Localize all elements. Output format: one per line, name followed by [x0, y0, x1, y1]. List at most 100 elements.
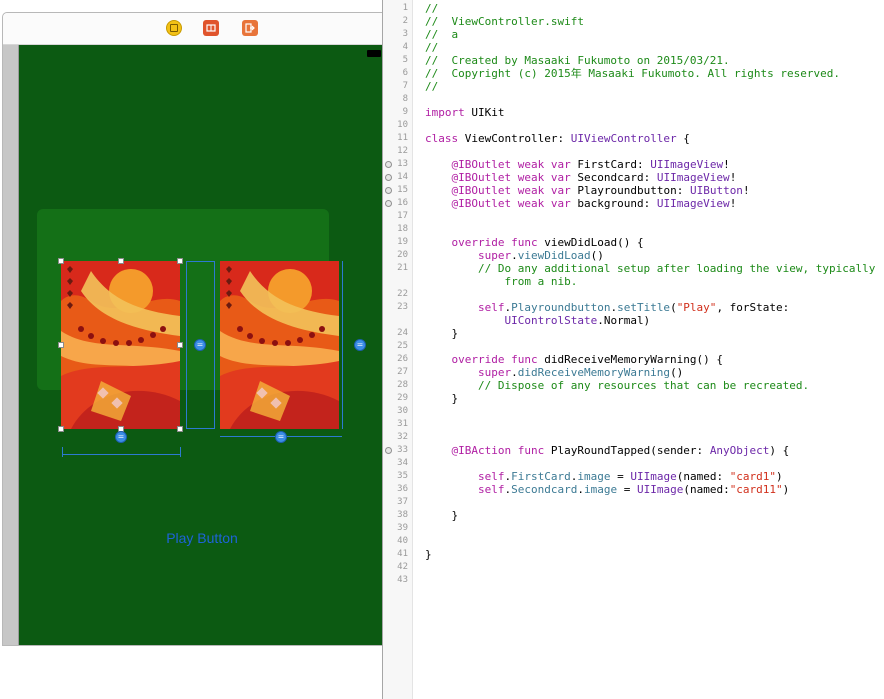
first-responder-icon[interactable] — [203, 20, 219, 36]
resize-handle[interactable] — [177, 426, 183, 432]
code-text: from a nib. — [425, 275, 577, 288]
play-button[interactable]: Play Button — [150, 528, 254, 548]
outlet-connection-icon[interactable] — [385, 447, 392, 454]
constraint-icon[interactable]: = — [275, 431, 287, 443]
second-card-image-view[interactable] — [220, 261, 339, 429]
code-line[interactable]: 16 @IBOutlet weak var background: UIImag… — [383, 197, 884, 210]
code-text: @IBOutlet weak var Secondcard: UIImageVi… — [425, 171, 737, 184]
resize-handle[interactable] — [177, 342, 183, 348]
code-line[interactable]: 41} — [383, 548, 884, 561]
code-line[interactable]: 6 // Copyright (c) 2015年 Masaaki Fukumoto… — [383, 67, 884, 80]
code-line[interactable]: 27 super.didReceiveMemoryWarning() — [383, 366, 884, 379]
outlet-connection-icon[interactable] — [385, 200, 392, 207]
code-line[interactable]: UIControlState.Normal) — [383, 314, 884, 327]
code-line[interactable]: 11 class ViewController: UIViewController… — [383, 132, 884, 145]
code-line[interactable]: from a nib. — [383, 275, 884, 288]
code-token: image — [577, 470, 611, 483]
code-line[interactable]: 24 } — [383, 327, 884, 340]
resize-handle[interactable] — [118, 258, 124, 264]
code-line[interactable]: 33 @IBAction func PlayRoundTapped(sender… — [383, 444, 884, 457]
code-line[interactable]: 43 — [383, 574, 884, 587]
code-line[interactable]: 20 super.viewDidLoad() — [383, 249, 884, 262]
code-line[interactable]: 42 — [383, 561, 884, 574]
code-token: @IBOutlet — [451, 171, 512, 184]
resize-handle[interactable] — [58, 342, 64, 348]
code-line[interactable]: 31 — [383, 418, 884, 431]
code-line[interactable]: 13 @IBOutlet weak var FirstCard: UIImage… — [383, 158, 884, 171]
constraint-icon[interactable]: = — [354, 339, 366, 351]
constraint-line — [62, 454, 181, 455]
resize-handle[interactable] — [177, 258, 183, 264]
code-line[interactable]: 36 self.Secondcard.image = UIImage(named… — [383, 483, 884, 496]
resize-handle[interactable] — [58, 426, 64, 432]
view-controller-icon[interactable] — [166, 20, 182, 36]
code-line[interactable]: 37 — [383, 496, 884, 509]
code-line[interactable]: 8 — [383, 93, 884, 106]
code-line[interactable]: 15 @IBOutlet weak var Playroundbutton: U… — [383, 184, 884, 197]
scene-dock — [3, 13, 382, 45]
code-text: // ViewController.swift — [425, 15, 584, 28]
constraint-line — [186, 428, 215, 429]
code-line[interactable]: 30 — [383, 405, 884, 418]
code-token: class — [425, 132, 459, 145]
exit-icon[interactable] — [242, 20, 258, 36]
code-line[interactable]: 14 @IBOutlet weak var Secondcard: UIImag… — [383, 171, 884, 184]
code-line[interactable]: 3 // a — [383, 28, 884, 41]
constraint-icon[interactable]: = — [115, 431, 127, 443]
code-line[interactable]: 5 // Created by Masaaki Fukumoto on 2015/… — [383, 54, 884, 67]
code-line[interactable]: 38 } — [383, 509, 884, 522]
code-text: @IBOutlet weak var FirstCard: UIImageVie… — [425, 158, 730, 171]
code-editor[interactable]: 1 // 2 // ViewController.swift 3 // a 4 // 5 // C… — [382, 0, 884, 699]
code-line[interactable]: 4 // — [383, 41, 884, 54]
code-line[interactable]: 10 — [383, 119, 884, 132]
code-text: override func didReceiveMemoryWarning() … — [425, 353, 724, 366]
code-text: super.viewDidLoad() — [425, 249, 604, 262]
code-line[interactable]: 29 } — [383, 392, 884, 405]
code-line[interactable]: 7 // — [383, 80, 884, 93]
code-line[interactable]: 1 // — [383, 2, 884, 15]
code-line[interactable]: 21 // Do any additional setup after load… — [383, 262, 884, 275]
code-line[interactable]: 18 — [383, 223, 884, 236]
code-line[interactable]: 39 — [383, 522, 884, 535]
code-text: // Created by Masaaki Fukumoto on 2015/0… — [425, 54, 730, 67]
line-number: 26 — [397, 354, 408, 364]
code-token: UIViewController — [570, 132, 677, 145]
line-number: 31 — [397, 419, 408, 429]
code-line[interactable]: 12 — [383, 145, 884, 158]
code-line[interactable]: 32 — [383, 431, 884, 444]
storyboard-canvas[interactable]: = = = = Play Button — [0, 0, 382, 699]
outlet-connection-icon[interactable] — [385, 174, 392, 181]
code-token: var — [550, 171, 571, 184]
source-code[interactable]: 1 // 2 // ViewController.swift 3 // a 4 // 5 // C… — [383, 2, 884, 587]
code-line[interactable]: 40 — [383, 535, 884, 548]
code-line[interactable]: 26 override func didReceiveMemoryWarning… — [383, 353, 884, 366]
line-number: 40 — [397, 536, 408, 546]
code-line[interactable]: 19 override func viewDidLoad() { — [383, 236, 884, 249]
code-line[interactable]: 17 — [383, 210, 884, 223]
code-line[interactable]: 23 self.Playroundbutton.setTitle("Play",… — [383, 301, 884, 314]
constraint-icon[interactable]: = — [194, 339, 206, 351]
outlet-connection-icon[interactable] — [385, 187, 392, 194]
code-text: } — [425, 548, 432, 561]
code-line[interactable]: 25 — [383, 340, 884, 353]
line-number: 25 — [397, 341, 408, 351]
code-line[interactable]: 34 — [383, 457, 884, 470]
resize-handle[interactable] — [58, 258, 64, 264]
code-token: = — [610, 470, 631, 483]
line-number: 6 — [402, 68, 408, 78]
outlet-connection-icon[interactable] — [385, 161, 392, 168]
line-number: 29 — [397, 393, 408, 403]
code-line[interactable]: 2 // ViewController.swift — [383, 15, 884, 28]
code-line[interactable]: 28 // Dispose of any resources that can … — [383, 379, 884, 392]
code-line[interactable]: 35 self.FirstCard.image = UIImage(named:… — [383, 470, 884, 483]
line-number: 27 — [397, 367, 408, 377]
line-number: 28 — [397, 380, 408, 390]
code-line[interactable]: 22 — [383, 288, 884, 301]
code-line[interactable]: 9 import UIKit — [383, 106, 884, 119]
first-card-image-view[interactable] — [61, 261, 180, 429]
